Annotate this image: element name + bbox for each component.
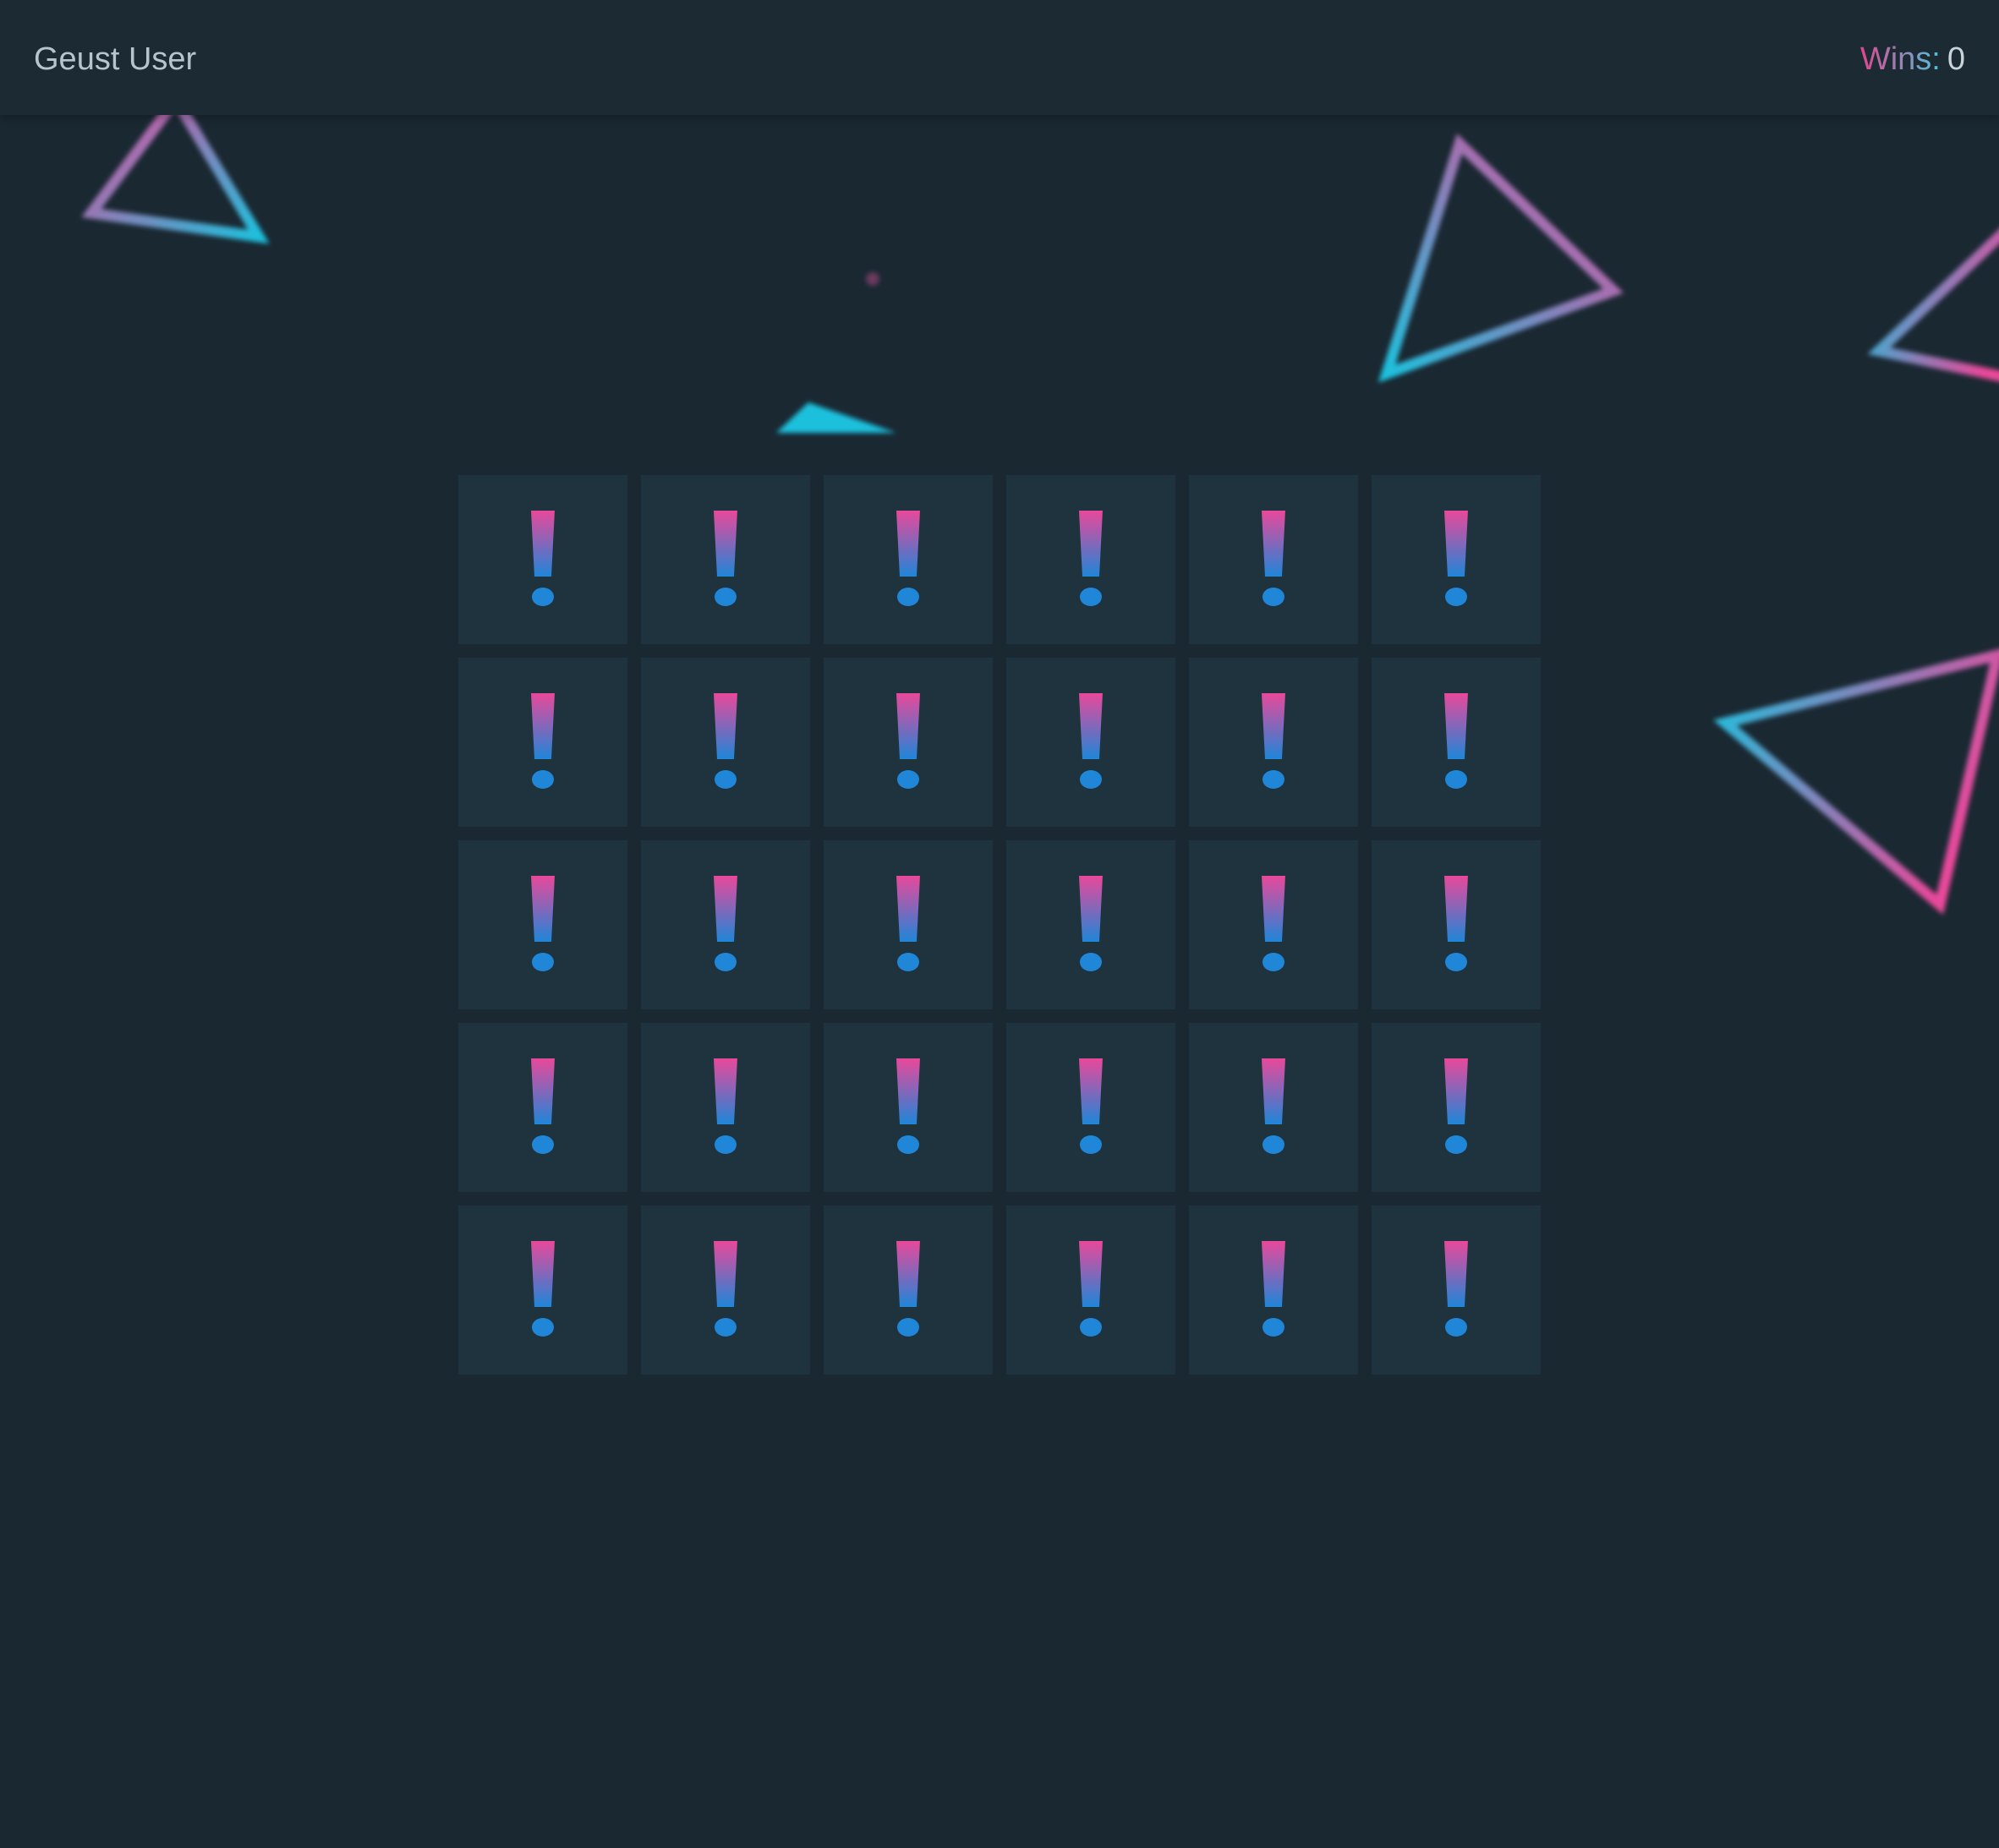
tile-r3c3[interactable]	[824, 840, 993, 1009]
tile-r3c6[interactable]	[1372, 840, 1541, 1009]
tile-r3c5[interactable]	[1189, 840, 1358, 1009]
exclamation-icon	[531, 1058, 555, 1154]
tile-r5c4[interactable]	[1006, 1206, 1175, 1375]
username-label: Geust User	[34, 41, 197, 77]
triangle-decoration	[1713, 648, 1999, 915]
exclamation-icon	[1079, 876, 1103, 971]
exclamation-icon	[1262, 876, 1285, 971]
tile-r1c6[interactable]	[1372, 475, 1541, 644]
tile-r4c2[interactable]	[641, 1023, 810, 1192]
exclamation-icon	[896, 1241, 920, 1337]
tile-r2c4[interactable]	[1006, 658, 1175, 827]
exclamation-icon	[714, 511, 737, 606]
triangle-decoration	[81, 115, 270, 244]
exclamation-icon	[714, 1241, 737, 1337]
tile-r4c4[interactable]	[1006, 1023, 1175, 1192]
tile-r3c4[interactable]	[1006, 840, 1175, 1009]
tile-r2c1[interactable]	[458, 658, 627, 827]
tile-r4c3[interactable]	[824, 1023, 993, 1192]
tile-r1c4[interactable]	[1006, 475, 1175, 644]
tile-r3c2[interactable]	[641, 840, 810, 1009]
triangle-decoration	[1867, 229, 1999, 382]
tile-r5c5[interactable]	[1189, 1206, 1358, 1375]
tile-r1c3[interactable]	[824, 475, 993, 644]
wins-counter: Wins: 0	[1860, 0, 1965, 118]
tile-r1c5[interactable]	[1189, 475, 1358, 644]
tile-r1c2[interactable]	[641, 475, 810, 644]
tile-r1c1[interactable]	[458, 475, 627, 644]
tile-r3c1[interactable]	[458, 840, 627, 1009]
exclamation-icon	[531, 693, 555, 789]
exclamation-icon	[1262, 511, 1285, 606]
particle-decoration	[866, 272, 879, 286]
exclamation-icon	[1444, 876, 1468, 971]
exclamation-icon	[1444, 1058, 1468, 1154]
exclamation-icon	[531, 876, 555, 971]
exclamation-icon	[896, 511, 920, 606]
tile-r5c1[interactable]	[458, 1206, 627, 1375]
exclamation-icon	[714, 1058, 737, 1154]
exclamation-icon	[1444, 1241, 1468, 1337]
game-board	[458, 475, 1541, 1375]
exclamation-icon	[714, 876, 737, 971]
tile-r2c5[interactable]	[1189, 658, 1358, 827]
exclamation-icon	[896, 1058, 920, 1154]
exclamation-icon	[714, 693, 737, 789]
exclamation-icon	[1079, 511, 1103, 606]
exclamation-icon	[896, 693, 920, 789]
triangle-decoration	[1377, 134, 1624, 383]
wins-value: 0	[1947, 41, 1965, 77]
exclamation-icon	[1262, 1241, 1285, 1337]
tile-r2c6[interactable]	[1372, 658, 1541, 827]
tile-r5c3[interactable]	[824, 1206, 993, 1375]
tile-r4c1[interactable]	[458, 1023, 627, 1192]
exclamation-icon	[1444, 693, 1468, 789]
exclamation-icon	[531, 511, 555, 606]
tile-r2c3[interactable]	[824, 658, 993, 827]
tile-r4c5[interactable]	[1189, 1023, 1358, 1192]
exclamation-icon	[1079, 693, 1103, 789]
top-bar: Geust User Wins: 0	[0, 0, 1999, 115]
tile-r4c6[interactable]	[1372, 1023, 1541, 1192]
exclamation-icon	[1444, 511, 1468, 606]
exclamation-icon	[531, 1241, 555, 1337]
tile-r5c6[interactable]	[1372, 1206, 1541, 1375]
exclamation-icon	[1262, 693, 1285, 789]
tile-r5c2[interactable]	[641, 1206, 810, 1375]
exclamation-icon	[1079, 1241, 1103, 1337]
wins-label: Wins:	[1859, 41, 1941, 77]
exclamation-icon	[1079, 1058, 1103, 1154]
exclamation-icon	[1262, 1058, 1285, 1154]
triangle-decoration	[776, 402, 896, 433]
tile-r2c2[interactable]	[641, 658, 810, 827]
exclamation-icon	[896, 876, 920, 971]
